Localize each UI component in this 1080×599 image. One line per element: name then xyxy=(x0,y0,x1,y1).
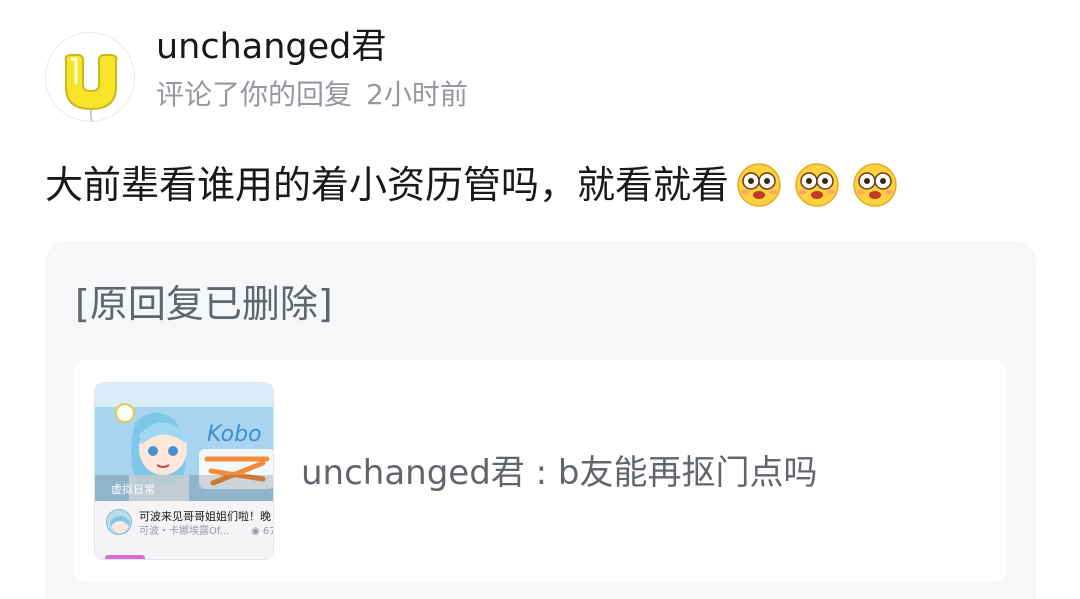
dizzy-eyes-emoji-icon xyxy=(853,163,897,207)
action-text: 评论了你的回复 xyxy=(156,78,353,111)
notification-page: unchanged君 评论了你的回复 2小时前 大前辈看谁用的着小资历管吗，就看就… xyxy=(0,0,1080,599)
thumbnail-accent-bar xyxy=(105,555,145,559)
quoted-reply-box[interactable]: [原回复已删除] Kobo 虚拟日常 可波来见哥哥姐姐们啦！晚 可波・卡娜埃露O… xyxy=(45,241,1036,599)
uploader-avatar xyxy=(106,509,132,535)
cover-banner-text: Kobo xyxy=(207,422,262,447)
balloon-u-icon xyxy=(64,54,118,121)
view-count: ◉ 67 xyxy=(251,526,273,537)
notification-meta: 评论了你的回复 2小时前 xyxy=(156,76,468,114)
dizzy-eyes-emoji-icon xyxy=(795,163,839,207)
source-reply-text: unchanged君 : b友能再抠门点吗 xyxy=(301,453,818,493)
eye-icon: ◉ xyxy=(251,526,260,537)
video-tag: 虚拟日常 xyxy=(111,483,155,496)
video-thumbnail[interactable]: Kobo 虚拟日常 可波来见哥哥姐姐们啦！晚 可波・卡娜埃露Of... ◉ 6 xyxy=(94,382,274,560)
comment-text: 大前辈看谁用的着小资历管吗，就看就看 xyxy=(45,163,730,207)
dizzy-eyes-emoji-icon xyxy=(737,163,781,207)
source-video-card[interactable]: Kobo 虚拟日常 可波来见哥哥姐姐们啦！晚 可波・卡娜埃露Of... ◉ 6 xyxy=(73,360,1007,582)
timestamp: 2小时前 xyxy=(366,78,468,111)
user-avatar[interactable] xyxy=(45,32,135,122)
video-author: 可波・卡娜埃露Of... xyxy=(139,526,230,537)
comment-content[interactable]: 大前辈看谁用的着小资历管吗，就看就看 xyxy=(45,160,899,210)
username[interactable]: unchanged君 xyxy=(156,24,386,70)
video-title: 可波来见哥哥姐姐们啦！晚 xyxy=(139,510,271,523)
deleted-reply-text: [原回复已删除] xyxy=(75,282,333,326)
